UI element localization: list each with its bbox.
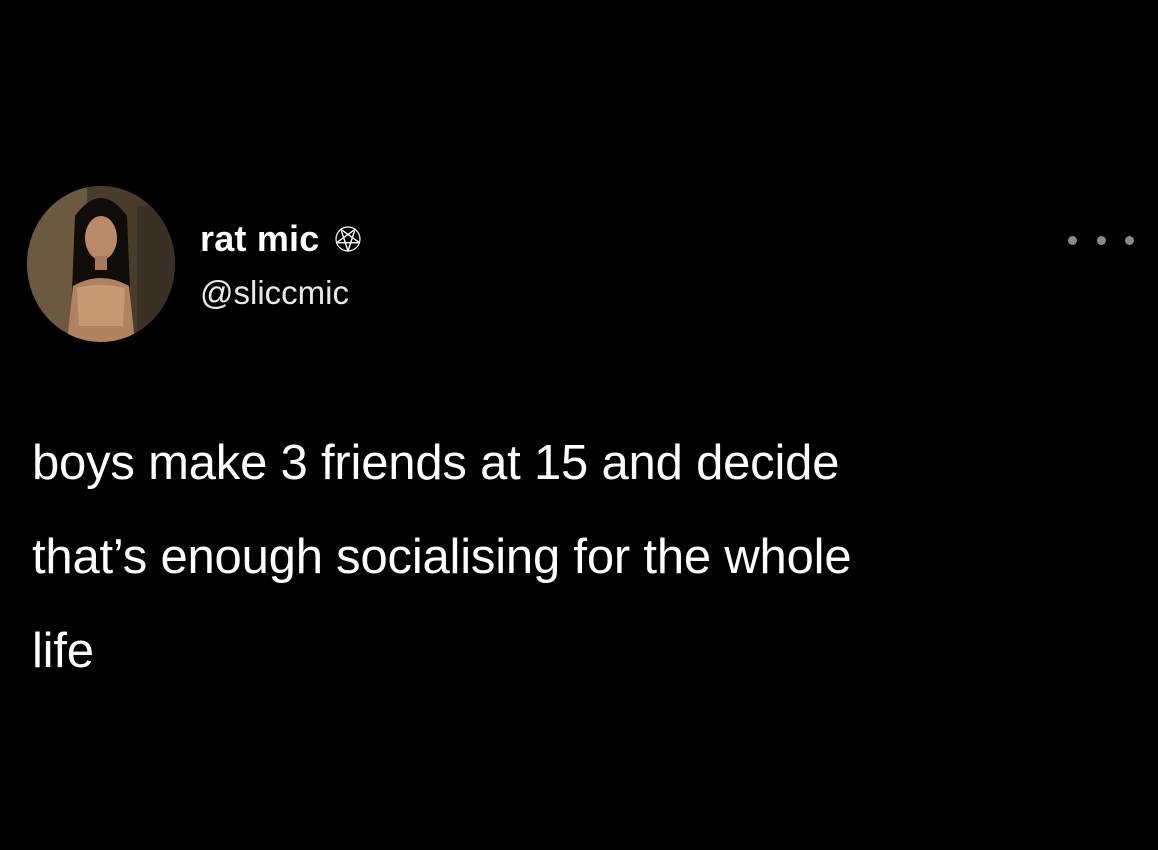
tweet-text: boys make 3 friends at 15 and decide tha… [32,436,852,678]
pentagram-icon [333,224,363,254]
user-handle[interactable]: @sliccmic [200,274,349,312]
dot [1125,235,1134,245]
tweet-card: rat mic @sliccmic boys make 3 friends at… [0,0,1158,850]
dot [1068,235,1077,245]
more-options-icon[interactable] [1068,228,1134,252]
profile-photo [27,186,175,342]
display-name[interactable]: rat mic [200,218,363,260]
avatar[interactable] [27,186,175,342]
dot [1096,235,1106,245]
display-name-text[interactable]: rat mic [200,218,319,260]
